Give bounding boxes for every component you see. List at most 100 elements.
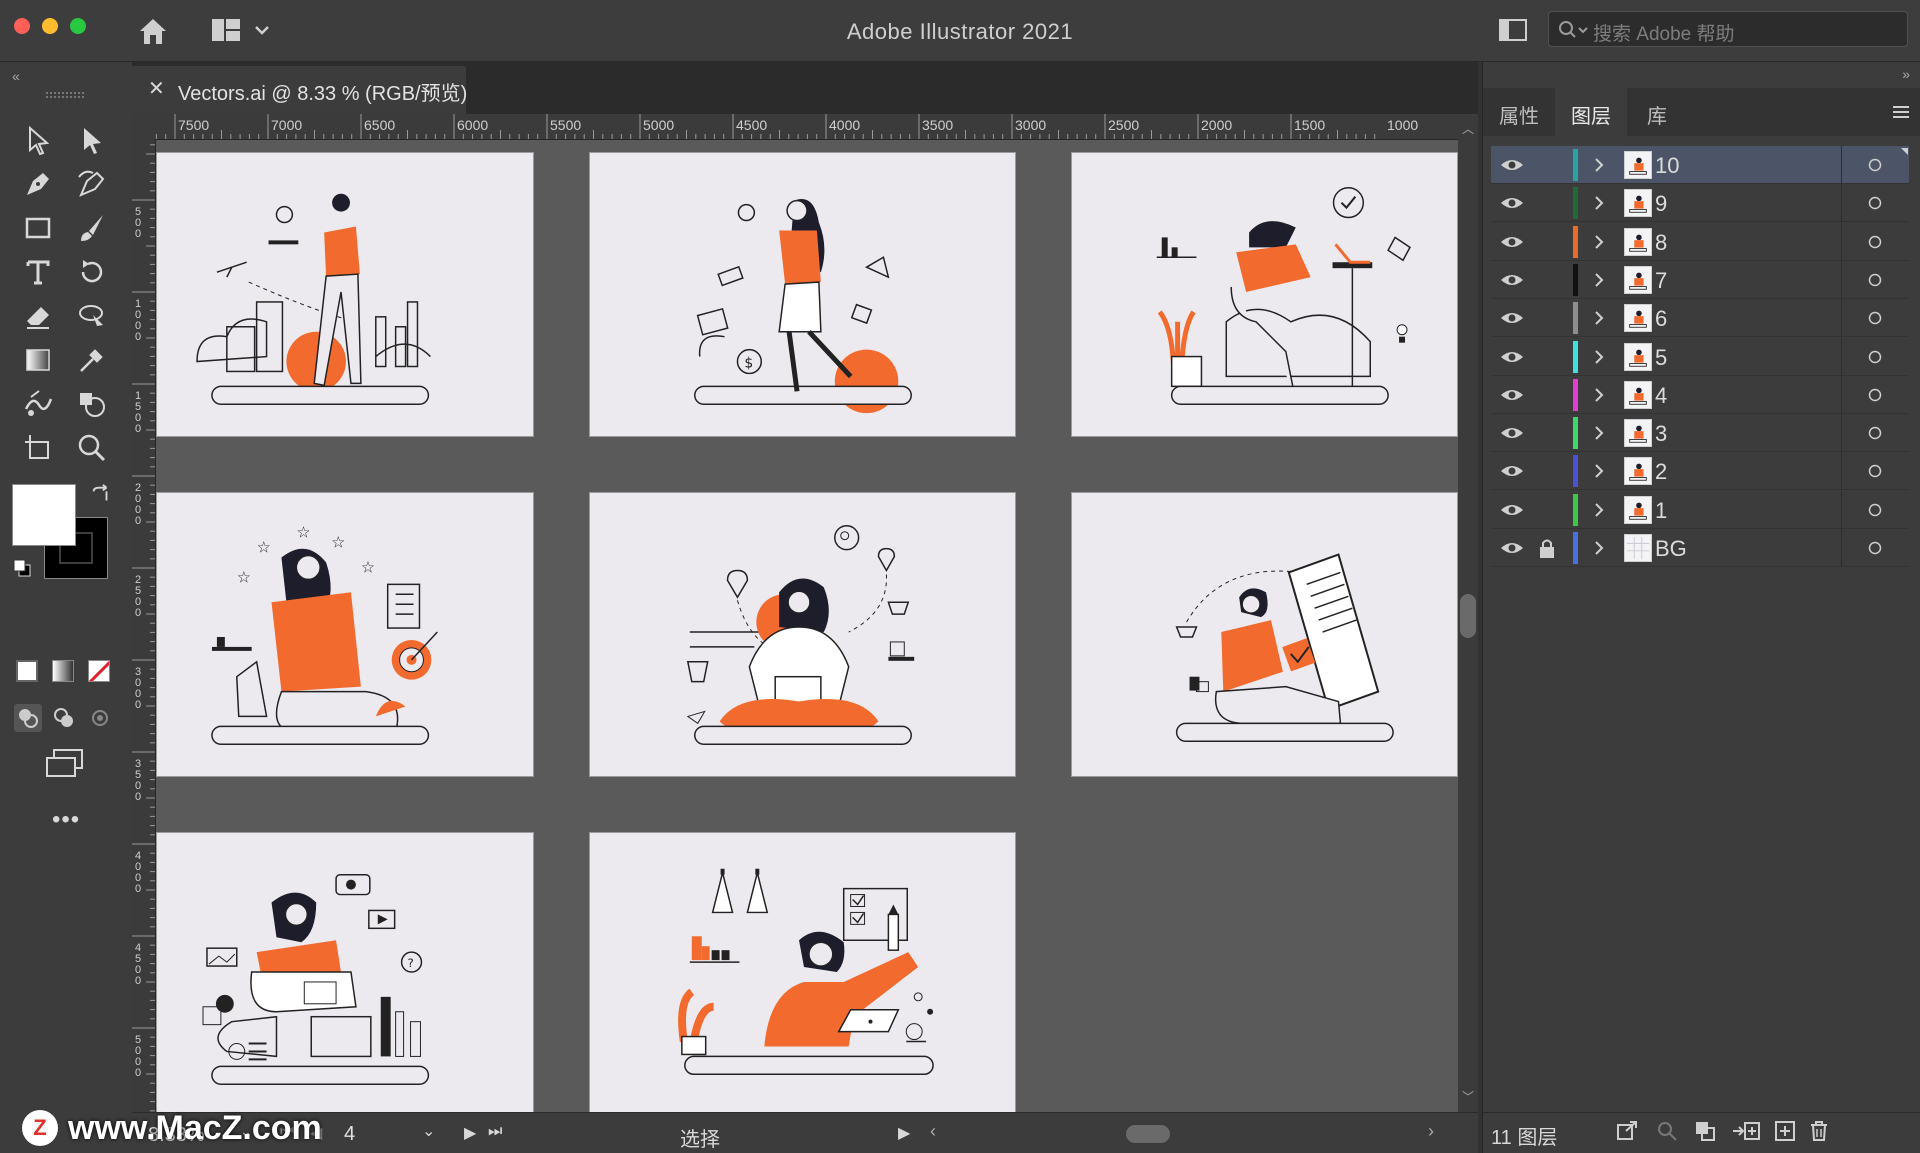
- panel-toggle-icon[interactable]: [1498, 16, 1528, 44]
- lock-toggle[interactable]: [1537, 146, 1563, 184]
- visibility-eye-icon[interactable]: [1499, 146, 1525, 184]
- layer-row[interactable]: 5: [1491, 337, 1909, 376]
- artboard-2[interactable]: $: [589, 152, 1016, 437]
- new-layer-icon[interactable]: [1773, 1119, 1797, 1148]
- close-tab-icon[interactable]: ✕: [148, 76, 165, 101]
- expand-chevron-icon[interactable]: [1589, 414, 1609, 452]
- layer-row[interactable]: 3: [1491, 414, 1909, 453]
- rotate-tool-icon[interactable]: [70, 252, 114, 292]
- visibility-eye-icon[interactable]: [1499, 299, 1525, 337]
- lock-icon[interactable]: [1537, 529, 1563, 567]
- layer-row[interactable]: 7: [1491, 260, 1909, 299]
- locate-object-icon[interactable]: [1655, 1119, 1679, 1148]
- lock-toggle[interactable]: [1537, 184, 1563, 222]
- rectangle-tool-icon[interactable]: [16, 208, 60, 248]
- clipping-mask-icon[interactable]: [1693, 1119, 1717, 1148]
- curvature-tool-icon[interactable]: [70, 164, 114, 204]
- lock-toggle[interactable]: [1537, 299, 1563, 337]
- draw-normal-icon[interactable]: [14, 704, 42, 732]
- panel-collapse-icon[interactable]: »: [1902, 66, 1910, 82]
- target-circle-icon[interactable]: [1865, 491, 1885, 529]
- scroll-up-icon[interactable]: ︿: [1462, 120, 1474, 137]
- new-sublayer-icon[interactable]: [1731, 1119, 1761, 1148]
- expand-chevron-icon[interactable]: [1589, 491, 1609, 529]
- expand-chevron-icon[interactable]: [1589, 184, 1609, 222]
- lock-toggle[interactable]: [1537, 491, 1563, 529]
- artboard-7[interactable]: ?: [156, 832, 534, 1112]
- toolbar-grip[interactable]: [46, 92, 84, 98]
- visibility-eye-icon[interactable]: [1499, 261, 1525, 299]
- artboard-tool-icon[interactable]: [16, 428, 60, 468]
- target-circle-icon[interactable]: [1865, 338, 1885, 376]
- vertical-scroll-thumb[interactable]: [1460, 594, 1476, 638]
- visibility-eye-icon[interactable]: [1499, 529, 1525, 567]
- pen-tool-icon[interactable]: [16, 164, 60, 204]
- expand-chevron-icon[interactable]: [1589, 529, 1609, 567]
- layer-row[interactable]: 6: [1491, 299, 1909, 338]
- lock-toggle[interactable]: [1537, 452, 1563, 490]
- draw-behind-icon[interactable]: [50, 704, 78, 732]
- next-artboard-icon[interactable]: ▶: [464, 1123, 476, 1143]
- target-circle-icon[interactable]: [1865, 223, 1885, 261]
- expand-chevron-icon[interactable]: [1589, 261, 1609, 299]
- expand-chevron-icon[interactable]: [1589, 299, 1609, 337]
- visibility-eye-icon[interactable]: [1499, 491, 1525, 529]
- artboard-dropdown-icon[interactable]: ⌄: [422, 1121, 435, 1141]
- lock-toggle[interactable]: [1537, 414, 1563, 452]
- direct-selection-tool-icon[interactable]: [70, 120, 114, 160]
- target-circle-icon[interactable]: [1865, 299, 1885, 337]
- artboard-3[interactable]: [1071, 152, 1458, 437]
- help-search-input[interactable]: 搜索 Adobe 帮助: [1548, 11, 1908, 47]
- target-circle-icon[interactable]: [1865, 261, 1885, 299]
- none-mode-button[interactable]: [88, 660, 110, 682]
- selection-tool-icon[interactable]: [16, 120, 60, 160]
- expand-chevron-icon[interactable]: [1589, 146, 1609, 184]
- last-artboard-icon[interactable]: ⏭: [488, 1123, 502, 1141]
- artboard-5[interactable]: [589, 492, 1016, 777]
- target-circle-icon[interactable]: [1865, 529, 1885, 567]
- visibility-eye-icon[interactable]: [1499, 414, 1525, 452]
- artboard-8[interactable]: [589, 832, 1016, 1112]
- target-circle-icon[interactable]: [1865, 376, 1885, 414]
- target-circle-icon[interactable]: [1865, 146, 1885, 184]
- canvas-vertical-scrollbar[interactable]: ︿ ﹀: [1458, 114, 1478, 1112]
- artboard-number-input[interactable]: 4: [344, 1123, 355, 1146]
- layer-row[interactable]: 10: [1491, 146, 1909, 184]
- zoom-tool-icon[interactable]: [70, 428, 114, 468]
- layer-row[interactable]: BG: [1491, 529, 1909, 567]
- layer-row[interactable]: 4: [1491, 375, 1909, 414]
- type-tool-icon[interactable]: [16, 252, 60, 292]
- visibility-eye-icon[interactable]: [1499, 376, 1525, 414]
- color-mode-button[interactable]: [16, 660, 38, 682]
- paintbrush-tool-icon[interactable]: [70, 208, 114, 248]
- swap-fill-stroke-icon[interactable]: [90, 484, 112, 511]
- expand-chevron-icon[interactable]: [1589, 452, 1609, 490]
- expand-chevron-icon[interactable]: [1589, 376, 1609, 414]
- horizontal-ruler[interactable]: 7500 7000 6500 6000 5500 5000 4500 4000 3500 3000…: [155, 114, 1458, 140]
- eyedropper-tool-icon[interactable]: [70, 340, 114, 380]
- lock-toggle[interactable]: [1537, 261, 1563, 299]
- layer-row[interactable]: 9: [1491, 184, 1909, 223]
- scroll-left-icon[interactable]: ‹: [930, 1121, 936, 1142]
- artboard-4[interactable]: ☆ ☆ ☆ ☆ ☆: [156, 492, 534, 777]
- delete-layer-icon[interactable]: [1807, 1119, 1831, 1148]
- draw-inside-icon[interactable]: [86, 704, 114, 732]
- status-menu-icon[interactable]: ▶: [898, 1123, 910, 1143]
- horizontal-scroll-thumb[interactable]: [1126, 1125, 1170, 1143]
- expand-chevron-icon[interactable]: [1589, 223, 1609, 261]
- panel-menu-icon[interactable]: [1891, 104, 1911, 125]
- tab-properties[interactable]: 属性: [1483, 88, 1555, 136]
- scroll-right-icon[interactable]: ›: [1428, 1121, 1434, 1142]
- artboard-1[interactable]: [156, 152, 534, 437]
- fill-color-swatch[interactable]: [12, 484, 76, 546]
- visibility-eye-icon[interactable]: [1499, 223, 1525, 261]
- ruler-origin[interactable]: [132, 114, 156, 140]
- eraser-tool-icon[interactable]: [16, 296, 60, 336]
- target-circle-icon[interactable]: [1865, 184, 1885, 222]
- puppet-warp-tool-icon[interactable]: [16, 384, 60, 424]
- default-fill-stroke-icon[interactable]: [12, 558, 32, 578]
- screen-mode-icon[interactable]: [44, 748, 86, 780]
- current-tool-label[interactable]: 选择: [680, 1123, 720, 1152]
- visibility-eye-icon[interactable]: [1499, 184, 1525, 222]
- document-tab[interactable]: ✕ Vectors.ai @ 8.33 % (RGB/预览): [132, 66, 467, 114]
